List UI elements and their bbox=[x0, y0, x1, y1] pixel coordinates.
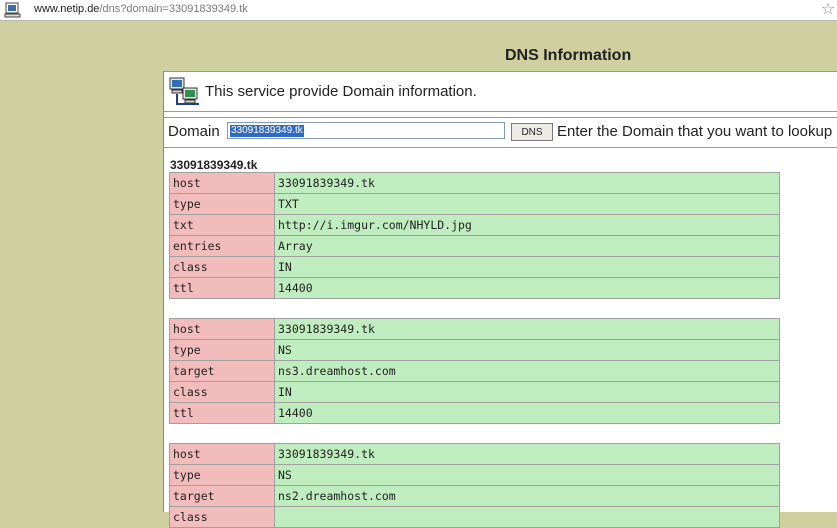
table-row: entries Array bbox=[169, 235, 780, 257]
record-key: host bbox=[169, 318, 275, 340]
record-key: host bbox=[169, 443, 275, 465]
star-icon[interactable]: ☆ bbox=[819, 0, 837, 18]
table-row: target ns3.dreamhost.com bbox=[169, 360, 780, 382]
dns-record-table: host 33091839349.tk type NS target ns3.drea… bbox=[169, 318, 780, 424]
service-banner: This service provide Domain information. bbox=[164, 71, 837, 112]
record-value: IN bbox=[274, 256, 780, 278]
table-row: class IN bbox=[169, 256, 780, 278]
record-value: http://i.imgur.com/NHYLD.jpg bbox=[274, 214, 780, 236]
table-row: ttl 14400 bbox=[169, 402, 780, 424]
record-value: 14400 bbox=[274, 402, 780, 424]
table-row: class bbox=[169, 506, 780, 528]
record-value: NS bbox=[274, 464, 780, 486]
table-row: txt http://i.imgur.com/NHYLD.jpg bbox=[169, 214, 780, 236]
domain-lookup-form: Domain 33091839349.tk DNS Enter the Doma… bbox=[164, 117, 837, 148]
table-row: ttl 14400 bbox=[169, 277, 780, 299]
record-key: target bbox=[169, 485, 275, 507]
record-value: 33091839349.tk bbox=[274, 443, 780, 465]
page-icon bbox=[4, 2, 22, 18]
table-row: host 33091839349.tk bbox=[169, 172, 780, 194]
page-title: DNS Information bbox=[505, 47, 632, 64]
record-value: ns3.dreamhost.com bbox=[274, 360, 780, 382]
lookup-hint: Enter the Domain that you want to lookup bbox=[557, 123, 833, 140]
table-row: type TXT bbox=[169, 193, 780, 215]
record-key: entries bbox=[169, 235, 275, 257]
record-key: txt bbox=[169, 214, 275, 236]
record-key: type bbox=[169, 339, 275, 361]
record-value bbox=[274, 506, 780, 528]
main-content: This service provide Domain information.… bbox=[163, 71, 837, 528]
url-path: /dns?domain=33091839349.tk bbox=[99, 3, 248, 15]
record-key: class bbox=[169, 506, 275, 528]
record-value: NS bbox=[274, 339, 780, 361]
url-text[interactable]: www.netip.de/dns?domain=33091839349.tk bbox=[34, 3, 248, 15]
record-key: type bbox=[169, 193, 275, 215]
record-value: TXT bbox=[274, 193, 780, 215]
domain-label: Domain bbox=[168, 123, 220, 140]
record-key: class bbox=[169, 381, 275, 403]
record-value: ns2.dreamhost.com bbox=[274, 485, 780, 507]
dns-record-table: host 33091839349.tk type NS target ns2.drea… bbox=[169, 443, 780, 528]
table-row: type NS bbox=[169, 339, 780, 361]
url-host: www.netip.de bbox=[34, 3, 100, 15]
record-value: 14400 bbox=[274, 277, 780, 299]
record-value: IN bbox=[274, 381, 780, 403]
record-value: 33091839349.tk bbox=[274, 318, 780, 340]
record-value: 33091839349.tk bbox=[274, 172, 780, 194]
record-key: ttl bbox=[169, 277, 275, 299]
computer-network-icon bbox=[169, 77, 201, 107]
record-key: target bbox=[169, 360, 275, 382]
record-key: host bbox=[169, 172, 275, 194]
record-value: Array bbox=[274, 235, 780, 257]
dns-record-table: host 33091839349.tk type TXT txt http://i.i… bbox=[169, 172, 780, 299]
service-description: This service provide Domain information. bbox=[205, 83, 477, 100]
record-key: class bbox=[169, 256, 275, 278]
record-key: ttl bbox=[169, 402, 275, 424]
address-bar[interactable]: www.netip.de/dns?domain=33091839349.tk ☆ bbox=[0, 0, 837, 21]
record-key: type bbox=[169, 464, 275, 486]
domain-heading: 33091839349.tk bbox=[170, 158, 258, 172]
domain-input[interactable] bbox=[227, 122, 505, 139]
table-row: host 33091839349.tk bbox=[169, 318, 780, 340]
dns-button[interactable]: DNS bbox=[511, 123, 553, 141]
table-row: target ns2.dreamhost.com bbox=[169, 485, 780, 507]
table-row: class IN bbox=[169, 381, 780, 403]
table-row: type NS bbox=[169, 464, 780, 486]
table-row: host 33091839349.tk bbox=[169, 443, 780, 465]
